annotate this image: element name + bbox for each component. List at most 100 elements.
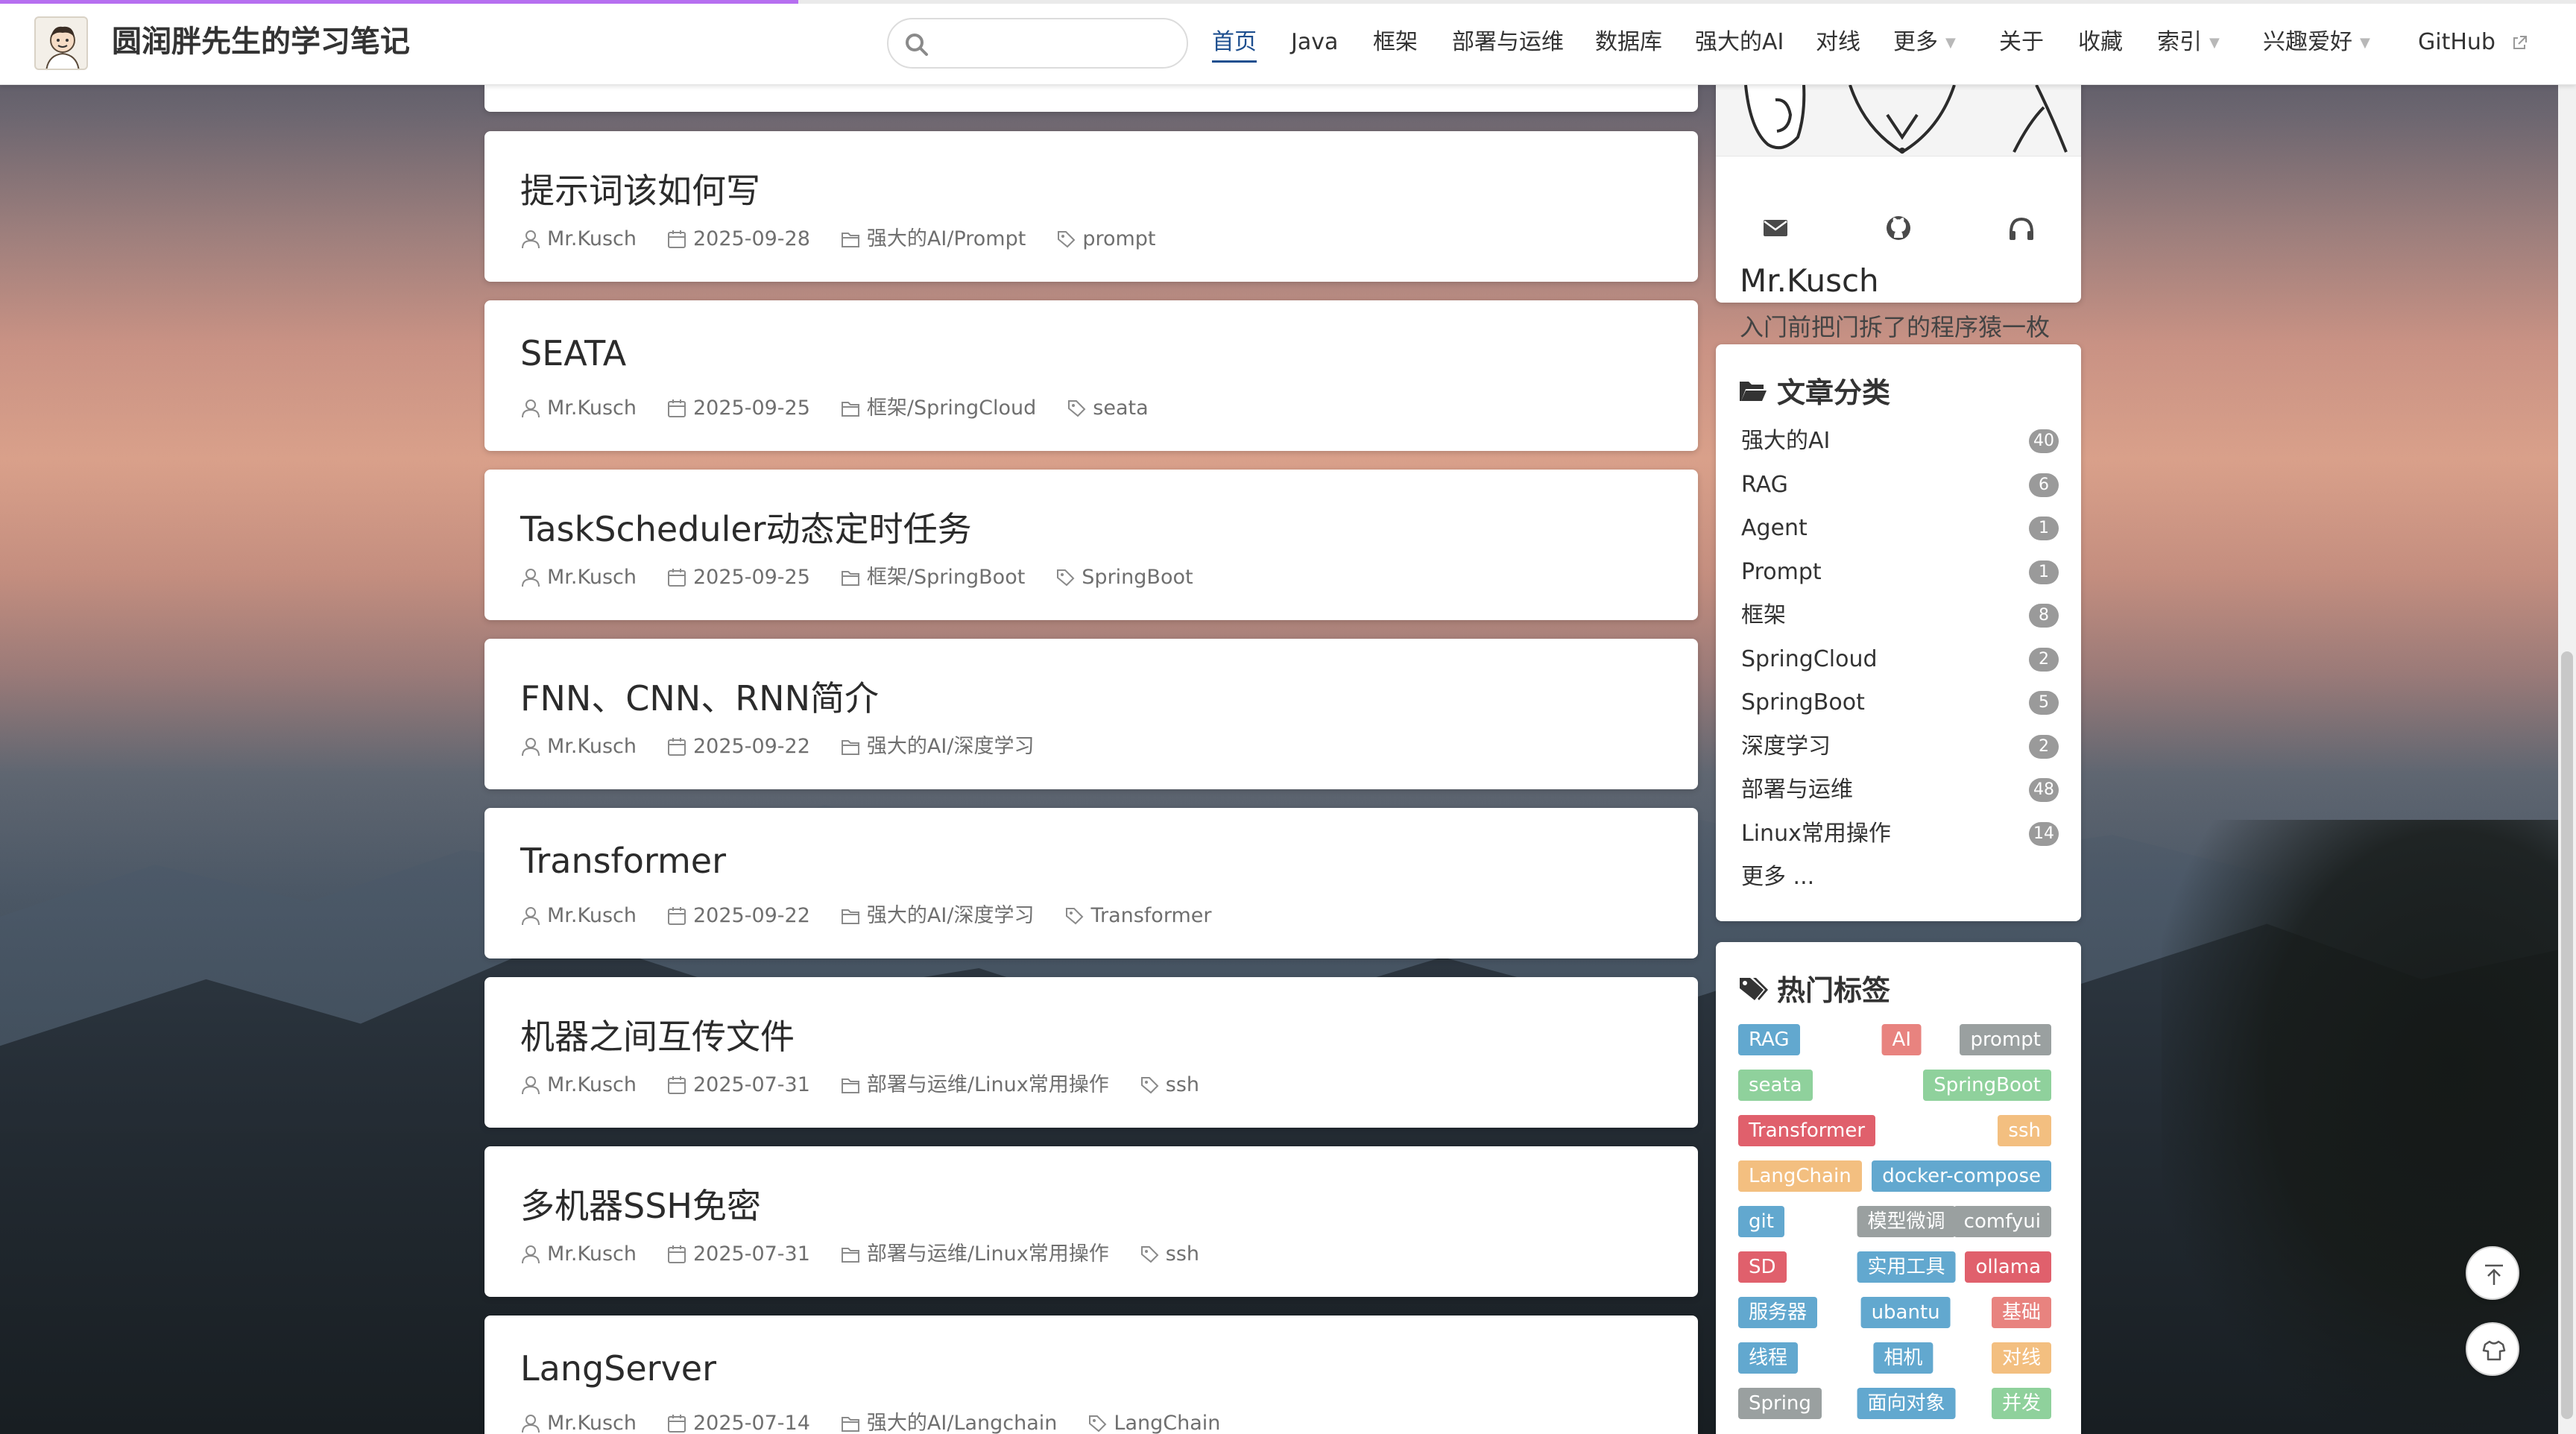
category-item[interactable]: RAG 6 xyxy=(1741,467,2059,503)
nav-item-interview[interactable]: 对线 xyxy=(1816,27,1860,58)
search-input[interactable] xyxy=(939,27,1178,60)
post-card[interactable]: SEATA Mr.Kusch 2025-09-25 框架/SpringCloud sea… xyxy=(484,300,1698,451)
post-category[interactable]: 框架/SpringBoot xyxy=(840,565,1025,590)
post-date[interactable]: 2025-07-14 xyxy=(666,1411,810,1434)
tag-chip[interactable]: ubantu xyxy=(1860,1297,1951,1328)
category-item[interactable]: 框架 8 xyxy=(1741,598,2059,634)
post-date[interactable]: 2025-09-28 xyxy=(666,227,810,252)
category-item[interactable]: Linux常用操作 14 xyxy=(1741,816,2059,852)
post-card[interactable]: 提示词该如何写 Mr.Kusch 2025-09-28 强大的AI/Prompt pro… xyxy=(484,131,1698,282)
tag-chip[interactable]: 基础 xyxy=(1991,1297,2051,1328)
nav-item-home[interactable]: 首页 xyxy=(1212,27,1257,63)
post-category[interactable]: 强大的AI/深度学习 xyxy=(840,903,1034,929)
post-date[interactable]: 2025-07-31 xyxy=(666,1073,810,1098)
theme-button[interactable] xyxy=(2466,1322,2519,1376)
category-item[interactable]: 深度学习 2 xyxy=(1741,729,2059,765)
post-title[interactable]: TaskScheduler动态定时任务 xyxy=(520,502,972,552)
tag-chip[interactable]: ollama xyxy=(1965,1251,2051,1283)
category-item[interactable]: Agent 1 xyxy=(1741,511,2059,546)
post-title[interactable]: SEATA xyxy=(520,333,626,373)
category-item[interactable]: SpringCloud 2 xyxy=(1741,642,2059,677)
post-card[interactable]: Transformer Mr.Kusch 2025-09-22 强大的AI/深度学习 T… xyxy=(484,808,1698,958)
tag-chip[interactable]: docker-compose xyxy=(1872,1160,2051,1192)
tag-chip[interactable]: 对线 xyxy=(1991,1342,2051,1374)
post-card[interactable]: FNN、CNN、RNN简介 Mr.Kusch 2025-09-22 强大的AI/深度学… xyxy=(484,639,1698,789)
nav-item-github[interactable]: GitHub xyxy=(2418,27,2528,58)
tag-chip[interactable]: ssh xyxy=(1998,1115,2051,1146)
post-title[interactable]: 提示词该如何写 xyxy=(520,164,760,213)
tag-chip[interactable]: LangChain xyxy=(1738,1160,1862,1192)
post-title[interactable]: FNN、CNN、RNN简介 xyxy=(520,672,879,721)
post-title[interactable]: 多机器SSH免密 xyxy=(520,1179,761,1228)
post-category[interactable]: 部署与运维/Linux常用操作 xyxy=(840,1073,1109,1098)
post-card[interactable]: TaskScheduler动态定时任务 Mr.Kusch 2025-09-25 框架/… xyxy=(484,470,1698,620)
post-card[interactable]: 机器之间互传文件 Mr.Kusch 2025-07-31 部署与运维/Linux常用操… xyxy=(484,977,1698,1128)
category-item[interactable]: SpringBoot 5 xyxy=(1741,685,2059,721)
scrollbar-thumb[interactable] xyxy=(2561,651,2573,1419)
post-tag[interactable]: ssh xyxy=(1139,1073,1199,1098)
calendar-icon xyxy=(668,1245,686,1263)
nav-item-frameworks[interactable]: 框架 xyxy=(1373,27,1418,58)
category-more-link[interactable]: 更多 ... xyxy=(1741,859,2059,895)
post-category[interactable]: 强大的AI/深度学习 xyxy=(840,734,1034,759)
github-icon[interactable] xyxy=(1884,213,1913,243)
post-card[interactable]: LangServer Mr.Kusch 2025-07-14 强大的AI/Langch… xyxy=(484,1315,1698,1434)
search-box[interactable] xyxy=(887,18,1188,69)
nav-item-more[interactable]: 更多 ▼ xyxy=(1893,27,1956,58)
nav-item-favorites[interactable]: 收藏 xyxy=(2078,27,2123,58)
tag-chip[interactable]: git xyxy=(1738,1206,1784,1237)
post-tag[interactable]: LangChain xyxy=(1087,1411,1220,1434)
mail-icon[interactable] xyxy=(1761,213,1790,243)
tag-chip[interactable]: seata xyxy=(1738,1070,1813,1101)
headphones-icon[interactable] xyxy=(2007,213,2036,243)
tag-chip[interactable]: 实用工具 xyxy=(1857,1251,1956,1283)
post-category[interactable]: 强大的AI/Langchain xyxy=(840,1411,1057,1434)
tag-chip[interactable]: 模型微调 xyxy=(1857,1206,1956,1237)
post-category[interactable]: 强大的AI/Prompt xyxy=(840,227,1026,252)
site-logo[interactable] xyxy=(34,16,88,70)
tag-chip[interactable]: 线程 xyxy=(1738,1342,1799,1374)
post-title[interactable]: Transformer xyxy=(520,841,726,881)
tag-chip[interactable]: AI xyxy=(1881,1024,1922,1055)
tag-chip[interactable]: prompt xyxy=(1960,1024,2051,1055)
tag-chip[interactable]: Spring xyxy=(1738,1388,1822,1419)
category-item[interactable]: 部署与运维 48 xyxy=(1741,772,2059,808)
post-date[interactable]: 2025-09-25 xyxy=(666,396,810,421)
post-date[interactable]: 2025-09-25 xyxy=(666,565,810,590)
nav-item-about[interactable]: 关于 xyxy=(1999,27,2044,58)
nav-item-hobbies[interactable]: 兴趣爱好 ▼ xyxy=(2263,27,2370,58)
post-category[interactable]: 部署与运维/Linux常用操作 xyxy=(840,1242,1109,1267)
post-tag[interactable]: SpringBoot xyxy=(1055,565,1193,590)
nav-item-database[interactable]: 数据库 xyxy=(1595,27,1662,58)
post-tag[interactable]: Transformer xyxy=(1064,903,1211,929)
back-to-top-button[interactable] xyxy=(2466,1246,2519,1300)
site-title[interactable]: 圆润胖先生的学习笔记 xyxy=(112,19,410,64)
post-card[interactable]: 多机器SSH免密 Mr.Kusch 2025-07-31 部署与运维/Linux常用操… xyxy=(484,1146,1698,1297)
tag-chip[interactable]: 并发 xyxy=(1991,1388,2051,1419)
tag-chip[interactable]: SpringBoot xyxy=(1923,1070,2051,1101)
tag-chip[interactable]: 面向对象 xyxy=(1857,1388,1956,1419)
tag-chip[interactable]: 相机 xyxy=(1873,1342,1933,1374)
tag-chip[interactable]: comfyui xyxy=(1953,1206,2051,1237)
category-item[interactable]: Prompt 1 xyxy=(1741,555,2059,590)
page-scrollbar[interactable] xyxy=(2558,85,2576,1434)
post-date[interactable]: 2025-09-22 xyxy=(666,903,810,929)
post-date[interactable]: 2025-07-31 xyxy=(666,1242,810,1267)
post-tag[interactable]: seata xyxy=(1066,396,1149,421)
post-title[interactable]: LangServer xyxy=(520,1348,716,1389)
nav-item-java[interactable]: Java xyxy=(1291,27,1338,58)
tag-chip[interactable]: Transformer xyxy=(1738,1115,1876,1146)
nav-item-index[interactable]: 索引 ▼ xyxy=(2157,27,2220,58)
nav-item-ai[interactable]: 强大的AI xyxy=(1695,27,1784,58)
tag-chip[interactable]: SD xyxy=(1738,1251,1787,1283)
post-tag[interactable]: ssh xyxy=(1139,1242,1199,1267)
nav-item-devops[interactable]: 部署与运维 xyxy=(1452,27,1564,58)
post-title[interactable]: 机器之间互传文件 xyxy=(520,1010,795,1059)
tag-chip[interactable]: 服务器 xyxy=(1738,1297,1818,1328)
post-category[interactable]: 框架/SpringCloud xyxy=(840,396,1036,421)
post-date[interactable]: 2025-09-22 xyxy=(666,734,810,759)
nav-item-label: 强大的AI xyxy=(1695,29,1784,55)
post-tag[interactable]: prompt xyxy=(1055,227,1156,252)
tag-chip[interactable]: RAG xyxy=(1738,1024,1800,1055)
category-item[interactable]: 强大的AI 40 xyxy=(1741,423,2059,459)
